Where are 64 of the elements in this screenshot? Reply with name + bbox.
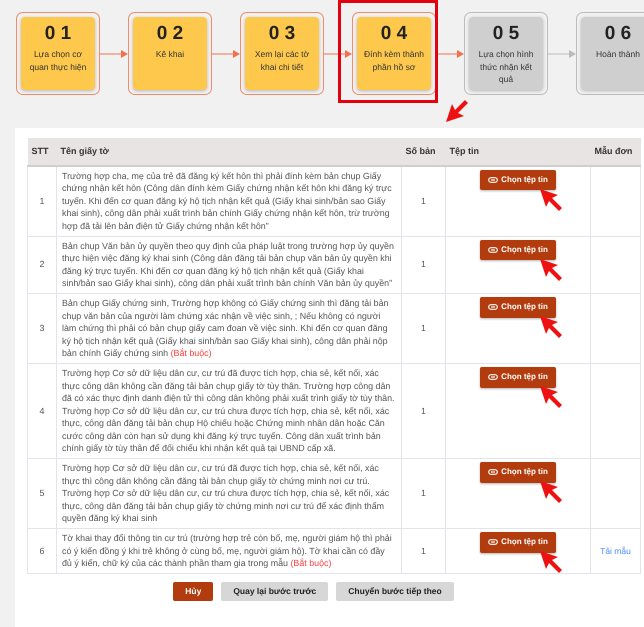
- index-cell: 3: [28, 293, 56, 364]
- action-button[interactable]: Hủy: [173, 582, 214, 601]
- choose-file-button[interactable]: Chọn tệp tin: [480, 532, 556, 553]
- required-note: (Bắt buộc): [170, 348, 212, 358]
- step-connector-icon: [212, 50, 240, 58]
- document-name-cell: Bản chụp Giấy chứng sinh, Trường hợp không có Giấy chứng sinh thì đăng tải bản chụp văn bản của người làm chứng xác nhận về việc sinh, ; Nếu không có người làm chứng thì phải có bản chụp giấy cam đoan về việc sinh. Khi đến cơ quan đăng ký hộ tịch nhận kết quả (Giấy khai sinh/bản sao Giấy khai sinh), công dân phải nộp bản chính Giấy chứng sinh (Bắt buộc): [56, 293, 402, 364]
- document-name-cell: Tờ khai thay đổi thông tin cư trú (trường hợp trẻ còn bố, mẹ, người giám hộ thì phải có ý kiến đồng ý khi trẻ không ở cùng bố, mẹ, người giám hộ). Tờ khai cần có đầy đủ ý kiến, chữ ký của các thành phần tham gia trong mẫu (Bắt buộc): [56, 528, 402, 574]
- index-cell: 2: [28, 236, 56, 294]
- step-number: 0 2: [156, 23, 184, 45]
- choose-file-button[interactable]: Chọn tệp tin: [480, 296, 556, 318]
- attachment-icon: [488, 304, 498, 310]
- step-label: Đính kèm thành phần hồ sơ: [362, 48, 425, 73]
- copies-cell: 1: [402, 458, 446, 529]
- copies-cell: 1: [402, 236, 446, 294]
- choose-file-button[interactable]: Chọn tệp tin: [480, 240, 556, 260]
- copies-cell: 1: [402, 166, 446, 236]
- choose-file-button[interactable]: Chọn tệp tin: [480, 366, 556, 388]
- step-connector-icon: [436, 50, 464, 58]
- step-label: Xem lại các tờ khai chi tiết: [254, 48, 310, 73]
- choose-file-button[interactable]: Chọn tệp tin: [480, 462, 556, 483]
- step-number: 0 4: [380, 23, 408, 45]
- document-name-cell: Trường hợp Cơ sở dữ liệu dân cư, cư trú đã được tích hợp, chia sẻ, kết nối, xác thực thì công dân không cần đăng tải bản chụp giấy tờ chứng minh nơi cư trú. Trường hợp Cơ sở dữ liệu dân cư, cư trú chưa được tích hợp, chia sẻ, kết nối, xác thực, công dân đăng tải bản chụp giấy tờ chứng minh nơi cư trú để xác định thẩm quyền đăng ký khai sinh: [56, 458, 402, 529]
- step-label: Lựa chọn hình thức nhận kết quả: [478, 48, 534, 86]
- copies-cell: 1: [402, 293, 446, 364]
- step-number: 0 3: [268, 23, 296, 45]
- step-number: 0 1: [44, 23, 72, 45]
- copies-cell: 1: [402, 363, 446, 459]
- column-header: Tệp tin: [446, 138, 590, 166]
- step-connector-icon: [548, 50, 576, 58]
- step-card[interactable]: 0 6 Hoàn thành: [576, 12, 644, 95]
- attachment-icon: [488, 469, 498, 476]
- required-note: (Bắt buộc): [290, 558, 332, 568]
- attachment-icon: [488, 374, 498, 380]
- document-name-cell: Trường hợp cha, mẹ của trẻ đã đăng ký kết hôn thì phải đính kèm bản chụp Giấy chứng nhận kết hôn (Công dân đính kèm Giấy chứng nhận kết hôn khi đăng ký trực tuyến. Khi đến cơ quan đăng ký hộ tịch nhận kết quả (Giấy khai sinh/bản sao Giấy khai sinh), công dân phải xuất trình bản chính Giấy chứng nhận kết hôn, trừ trường hợp đã tải lên bản điện tử Giấy chứng nhận kết hôn”: [56, 166, 402, 236]
- copies-cell: 1: [402, 528, 446, 574]
- attachment-icon: [488, 246, 498, 253]
- step-card[interactable]: 0 5 Lựa chọn hình thức nhận kết quả: [464, 12, 548, 95]
- document-name-cell: Bản chụp Văn bản ủy quyền theo quy định của pháp luật trong trường hợp ủy quyền thực hiện việc đăng ký khai sinh (Công dân đăng tải bản chụp văn bản ủy quyền khi đăng ký trực tuyến. Khi đến cơ quan đăng ký hộ tịch nhận kết quả (Giấy khai sinh/bản sao Giấy khai sinh), công dân phải xuất trình bản chính Văn bản ủy quyền”: [56, 236, 402, 294]
- index-cell: 5: [28, 458, 56, 529]
- step-card[interactable]: 0 1 Lựa chọn cơ quan thực hiện: [16, 12, 100, 95]
- step-label: Hoàn thành: [595, 48, 641, 60]
- index-cell: 4: [28, 363, 56, 459]
- column-header: Mẫu đơn: [590, 138, 640, 166]
- step-number: 0 5: [492, 23, 520, 45]
- action-button[interactable]: Quay lại bước trước: [221, 582, 328, 601]
- document-name-cell: Trường hợp Cơ sở dữ liệu dân cư, cư trú đã được tích hợp, chia sẻ, kết nối, xác thực công dân không cần đăng tải bản chụp giấy tờ tùy thân. Trường hợp công dân đã có xác thực định danh điện tử thì công dân không phải xuất trình giấy tờ tùy thân. Trường hợp Cơ sở dữ liệu dân cư, cư trú chưa được tích hợp, chia sẻ, kết nối, xác thực, công dân đăng tải bản chụp Hộ chiếu hoặc Chứng minh nhân dân hoặc Căn cước công dân còn hạn sử dụng khi đăng ký trực tuyến. Công dân xuất trình bản chính giấy tờ tùy thân để đối chiếu khi nhận kết quả tại UBND cấp xã.: [56, 363, 402, 459]
- step-connector-icon: [324, 50, 352, 58]
- attachment-icon: [488, 176, 498, 183]
- step-label: Lựa chọn cơ quan thực hiện: [28, 48, 88, 73]
- step-card[interactable]: 0 2 Kê khai: [128, 12, 212, 95]
- attachment-icon: [488, 539, 498, 546]
- column-header: STT: [28, 138, 56, 166]
- step-card[interactable]: 0 3 Xem lại các tờ khai chi tiết: [240, 12, 324, 95]
- column-header: Tên giấy tờ: [56, 138, 402, 166]
- choose-file-button[interactable]: Chọn tệp tin: [480, 170, 556, 190]
- step-label: Kê khai: [154, 48, 186, 60]
- step-number: 0 6: [604, 23, 632, 45]
- step-card[interactable]: 0 4 Đính kèm thành phần hồ sơ: [352, 12, 436, 95]
- index-cell: 1: [28, 166, 56, 236]
- pointer-arrow-icon: [444, 98, 470, 124]
- index-cell: 6: [28, 528, 56, 574]
- action-button[interactable]: Chuyển bước tiếp theo: [336, 582, 454, 601]
- step-connector-icon: [100, 50, 128, 58]
- column-header: Số bản: [402, 138, 446, 166]
